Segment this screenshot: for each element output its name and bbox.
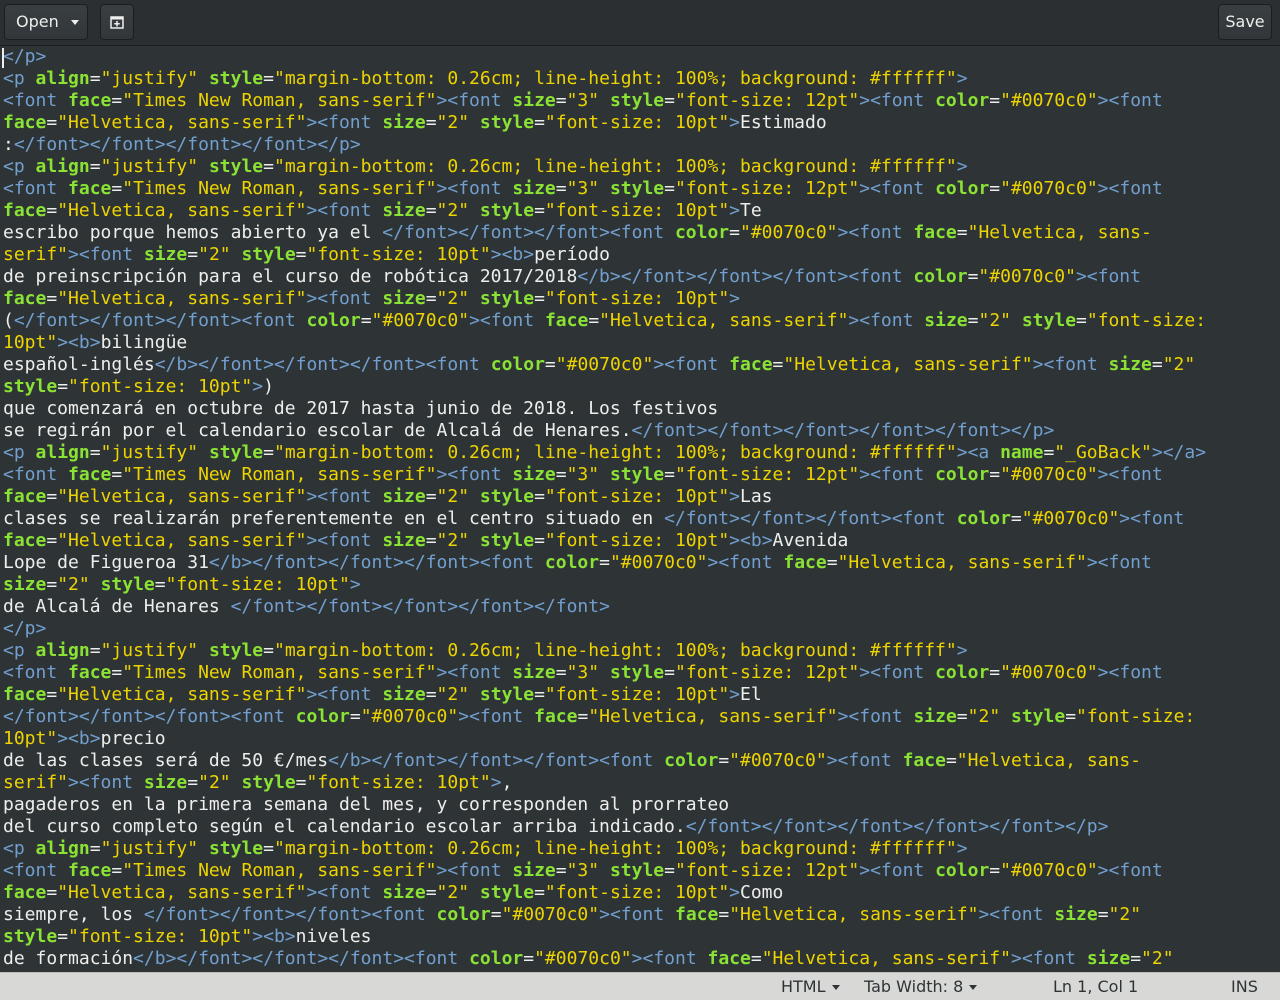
code-line: <font face="Times New Roman, sans-serif"…: [3, 662, 1163, 683]
chevron-down-icon: [70, 19, 79, 25]
code-line: face="Helvetica, sans-serif"><font size=…: [3, 288, 740, 309]
code-line: </p>: [3, 618, 47, 639]
code-line: escribo porque hemos abierto ya el </fon…: [3, 222, 1152, 243]
code-line: pagaderos en la primera semana del mes, …: [3, 794, 730, 815]
code-line: size="2" style="font-size: 10pt">: [3, 574, 361, 595]
code-line: de preinscripción para el curso de robót…: [3, 266, 1141, 287]
insert-mode-label: INS: [1231, 977, 1258, 996]
code-line: face="Helvetica, sans-serif"><font size=…: [3, 486, 773, 507]
code-line: <p align="justify" style="margin-bottom:…: [3, 156, 968, 177]
code-line: Lope de Figueroa 31</b></font></font></f…: [3, 552, 1152, 573]
code-line: face="Helvetica, sans-serif"><font size=…: [3, 882, 784, 903]
code-line: de formación</b></font></font></font><fo…: [3, 948, 1174, 969]
code-line: serif"><font size="2" style="font-size: …: [3, 244, 610, 265]
code-line: <p align="justify" style="margin-bottom:…: [3, 68, 968, 89]
code-line: que comenzará en octubre de 2017 hasta j…: [3, 398, 719, 419]
code-line: español-inglés</b></font></font></font><…: [3, 354, 1196, 375]
code-line: <p align="justify" style="margin-bottom:…: [3, 442, 1207, 463]
code-line: style="font-size: 10pt"><b>niveles: [3, 926, 372, 947]
code-line: <p align="justify" style="margin-bottom:…: [3, 838, 968, 859]
status-bar: HTML Tab Width: 8 Ln 1, Col 1 INS: [0, 972, 1280, 1000]
code-line: <p align="justify" style="margin-bottom:…: [3, 640, 968, 661]
header-bar: Open Save: [0, 0, 1280, 46]
code-line: clases se realizarán preferentemente en …: [3, 508, 1185, 529]
code-line: (</font></font></font><font color="#0070…: [3, 310, 1207, 331]
code-line: <font face="Times New Roman, sans-serif"…: [3, 178, 1163, 199]
code-line: face="Helvetica, sans-serif"><font size=…: [3, 112, 827, 133]
code-line: face="Helvetica, sans-serif"><font size=…: [3, 200, 762, 221]
new-tab-button[interactable]: [100, 4, 134, 40]
tab-width-selector[interactable]: Tab Width: 8: [864, 977, 978, 997]
code-line: :</font></font></font></font></p>: [3, 134, 361, 155]
save-button[interactable]: Save: [1218, 4, 1272, 40]
chevron-down-icon: [969, 984, 978, 990]
code-line: <font face="Times New Roman, sans-serif"…: [3, 860, 1163, 881]
text-editor[interactable]: </p> <p align="justify" style="margin-bot…: [0, 46, 1280, 972]
open-button[interactable]: Open: [4, 4, 88, 40]
text-cursor: [2, 48, 4, 68]
cursor-position-label: Ln 1, Col 1: [1053, 977, 1139, 996]
language-selector[interactable]: HTML: [781, 977, 840, 997]
open-button-label: Open: [16, 12, 59, 31]
code-line: del curso completo según el calendario e…: [3, 816, 1109, 837]
code-line: <font face="Times New Roman, sans-serif"…: [3, 464, 1163, 485]
code-view[interactable]: </p> <p align="justify" style="margin-bot…: [0, 46, 1280, 970]
code-line: face="Helvetica, sans-serif"><font size=…: [3, 684, 762, 705]
code-line: serif"><font size="2" style="font-size: …: [3, 772, 513, 793]
code-line: siempre, los </font></font></font><font …: [3, 904, 1142, 925]
code-line: face="Helvetica, sans-serif"><font size=…: [3, 530, 849, 551]
code-line: 10pt"><b>bilingüe: [3, 332, 188, 353]
code-line: se regirán por el calendario escolar de …: [3, 420, 1055, 441]
code-line: de Alcalá de Henares </font></font></fon…: [3, 596, 610, 617]
code-line: style="font-size: 10pt">): [3, 376, 274, 397]
chevron-down-icon: [831, 984, 840, 990]
tab-width-label: Tab Width: 8: [864, 977, 964, 996]
code-line: </font></font></font><font color="#0070c…: [3, 706, 1196, 727]
insert-mode[interactable]: INS: [1231, 977, 1258, 997]
code-line: de las clases será de 50 €/mes</b></font…: [3, 750, 1142, 771]
cursor-position[interactable]: Ln 1, Col 1: [1053, 977, 1138, 997]
code-line: </p>: [3, 46, 47, 67]
language-label: HTML: [781, 977, 826, 996]
code-line: 10pt"><b>precio: [3, 728, 166, 749]
new-tab-icon: [110, 16, 124, 29]
code-line: <font face="Times New Roman, sans-serif"…: [3, 90, 1163, 111]
